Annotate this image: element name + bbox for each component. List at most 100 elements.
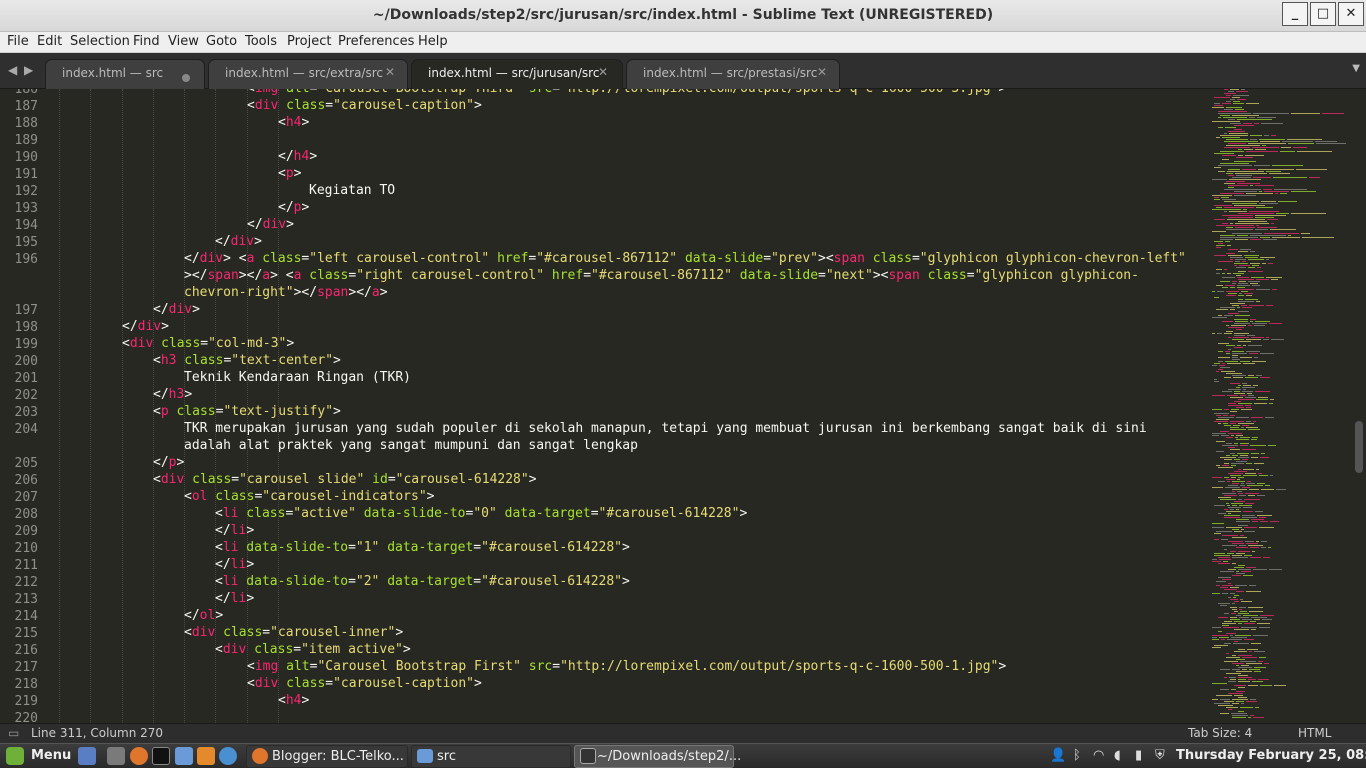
menu-goto[interactable]: Goto — [206, 34, 237, 49]
minimap-line — [1234, 443, 1238, 444]
maximize-button[interactable]: □ — [1310, 2, 1336, 26]
minimap-line — [1220, 499, 1236, 500]
menu-help[interactable]: Help — [418, 34, 448, 49]
menu-preferences[interactable]: Preferences — [338, 34, 414, 49]
menu-tools[interactable]: Tools — [245, 34, 277, 49]
minimap-line — [1239, 609, 1242, 610]
minimap-line — [1243, 615, 1258, 616]
minimap-line — [1234, 611, 1238, 612]
code-view[interactable]: <img alt="Carousel Bootstrap Third" src=… — [59, 89, 1209, 723]
minimap-line — [1240, 249, 1251, 250]
code-token: ol — [191, 489, 208, 504]
shield-icon[interactable]: ⛨ — [1155, 748, 1165, 763]
minimap-line — [1224, 333, 1232, 334]
minimap-line — [1227, 273, 1231, 274]
show-desktop-icon[interactable] — [78, 747, 96, 765]
tab-index-prestasi[interactable]: index.html — src/prestasi/src ✕ — [626, 59, 840, 89]
minimap-line — [1212, 195, 1232, 196]
minimap-line — [1218, 351, 1223, 352]
tab-index-extra[interactable]: index.html — src/extra/src ✕ — [208, 59, 408, 89]
tab-forward-icon[interactable]: ▶ — [24, 63, 33, 77]
minimap-line — [1212, 409, 1222, 410]
camera-icon[interactable] — [107, 747, 125, 765]
tab-back-icon[interactable]: ◀ — [8, 63, 17, 77]
volume-icon[interactable]: ◖ — [1114, 748, 1121, 763]
browser-launcher-icon[interactable] — [219, 747, 237, 765]
minimap-line — [1248, 281, 1260, 282]
tab-close-icon[interactable]: ✕ — [817, 65, 827, 79]
minimap-line — [1232, 203, 1257, 204]
minimap-line — [1230, 453, 1235, 454]
menu-edit[interactable]: Edit — [37, 34, 62, 49]
minimap-line — [1228, 313, 1239, 314]
files-icon[interactable] — [175, 747, 193, 765]
scrollbar-thumb[interactable] — [1355, 421, 1363, 473]
minimize-button[interactable]: _ — [1282, 2, 1308, 26]
line-number: 198 — [14, 320, 38, 335]
minimap-line — [1231, 713, 1247, 714]
taskbar-window-src[interactable]: src — [411, 745, 571, 768]
code-token: > — [333, 404, 341, 419]
code-token: < — [153, 472, 161, 487]
minimap-line — [1220, 193, 1244, 194]
minimap-line — [1224, 109, 1233, 110]
minimap-line — [1212, 523, 1224, 524]
vertical-scrollbar[interactable] — [1353, 89, 1366, 723]
sublime-launcher-icon[interactable] — [197, 747, 215, 765]
minimap-line — [1248, 395, 1254, 396]
minimap-line — [1260, 141, 1280, 142]
minimap-line — [1237, 99, 1246, 100]
menu-project[interactable]: Project — [287, 34, 331, 49]
minimap-line — [1218, 481, 1225, 482]
tab-index-src[interactable]: index.html — src — [45, 59, 205, 89]
minimap-line — [1236, 591, 1244, 592]
editor-area[interactable]: 186 187 188 189 190 191 192 193 194 195 196 197 198 1… — [0, 89, 1366, 723]
minimap[interactable] — [1212, 89, 1350, 723]
taskbar-window-firefox[interactable]: Blogger: BLC-Telko... — [246, 745, 408, 768]
tab-size-selector[interactable]: Tab Size: 4 — [1188, 726, 1252, 740]
indent-guide — [59, 89, 60, 723]
minimap-line — [1232, 355, 1238, 356]
wifi-icon[interactable]: ◠ — [1093, 748, 1104, 763]
minimap-line — [1258, 679, 1269, 680]
minimap-line — [1241, 409, 1252, 410]
user-icon[interactable]: 👤 — [1050, 748, 1066, 763]
code-token: "0" — [473, 506, 497, 521]
window-titlebar[interactable]: ~/Downloads/step2/src/jurusan/src/index.… — [0, 0, 1366, 32]
minimap-line — [1218, 243, 1223, 244]
battery-icon[interactable]: ▮ — [1135, 748, 1142, 763]
menu-selection[interactable]: Selection — [70, 34, 130, 49]
line-number: 199 — [14, 337, 38, 352]
minimap-line — [1264, 135, 1269, 136]
minimap-line — [1239, 617, 1249, 618]
clock[interactable]: Thursday February 25, 08:47 — [1176, 748, 1366, 763]
mint-logo-icon[interactable] — [6, 747, 24, 765]
minimap-line — [1229, 179, 1261, 180]
minimap-line — [1226, 653, 1229, 654]
tab-close-icon[interactable]: ✕ — [385, 65, 395, 79]
code-token: "prev" — [771, 251, 819, 266]
minimap-line — [1231, 435, 1234, 436]
minimap-line — [1247, 485, 1263, 486]
code-token: "#carousel-614228" — [598, 506, 740, 521]
code-token: < — [184, 625, 192, 640]
menu-find[interactable]: Find — [133, 34, 160, 49]
menu-view[interactable]: View — [168, 34, 199, 49]
minimap-line — [1230, 309, 1235, 310]
minimap-line — [1237, 491, 1242, 492]
start-menu-button[interactable]: Menu — [31, 748, 71, 763]
syntax-selector[interactable]: HTML — [1298, 726, 1331, 740]
tab-list-chevron-icon[interactable]: ▼ — [1352, 63, 1360, 74]
menu-file[interactable]: File — [7, 34, 29, 49]
minimap-line — [1237, 235, 1248, 236]
terminal-icon[interactable] — [152, 747, 170, 765]
minimap-line — [1214, 97, 1230, 98]
taskbar-window-sublime[interactable]: ~/Downloads/step2/... — [574, 745, 741, 768]
tab-index-jurusan[interactable]: index.html — src/jurusan/src ✕ — [411, 59, 623, 90]
panel-toggle-icon[interactable]: ▭ — [8, 726, 19, 740]
code-token: ></ — [293, 285, 318, 300]
firefox-launcher-icon[interactable] — [130, 747, 148, 765]
tab-close-icon[interactable]: ✕ — [598, 65, 608, 79]
close-button[interactable]: ✕ — [1338, 2, 1364, 26]
bluetooth-icon[interactable]: ᛒ — [1073, 748, 1081, 763]
